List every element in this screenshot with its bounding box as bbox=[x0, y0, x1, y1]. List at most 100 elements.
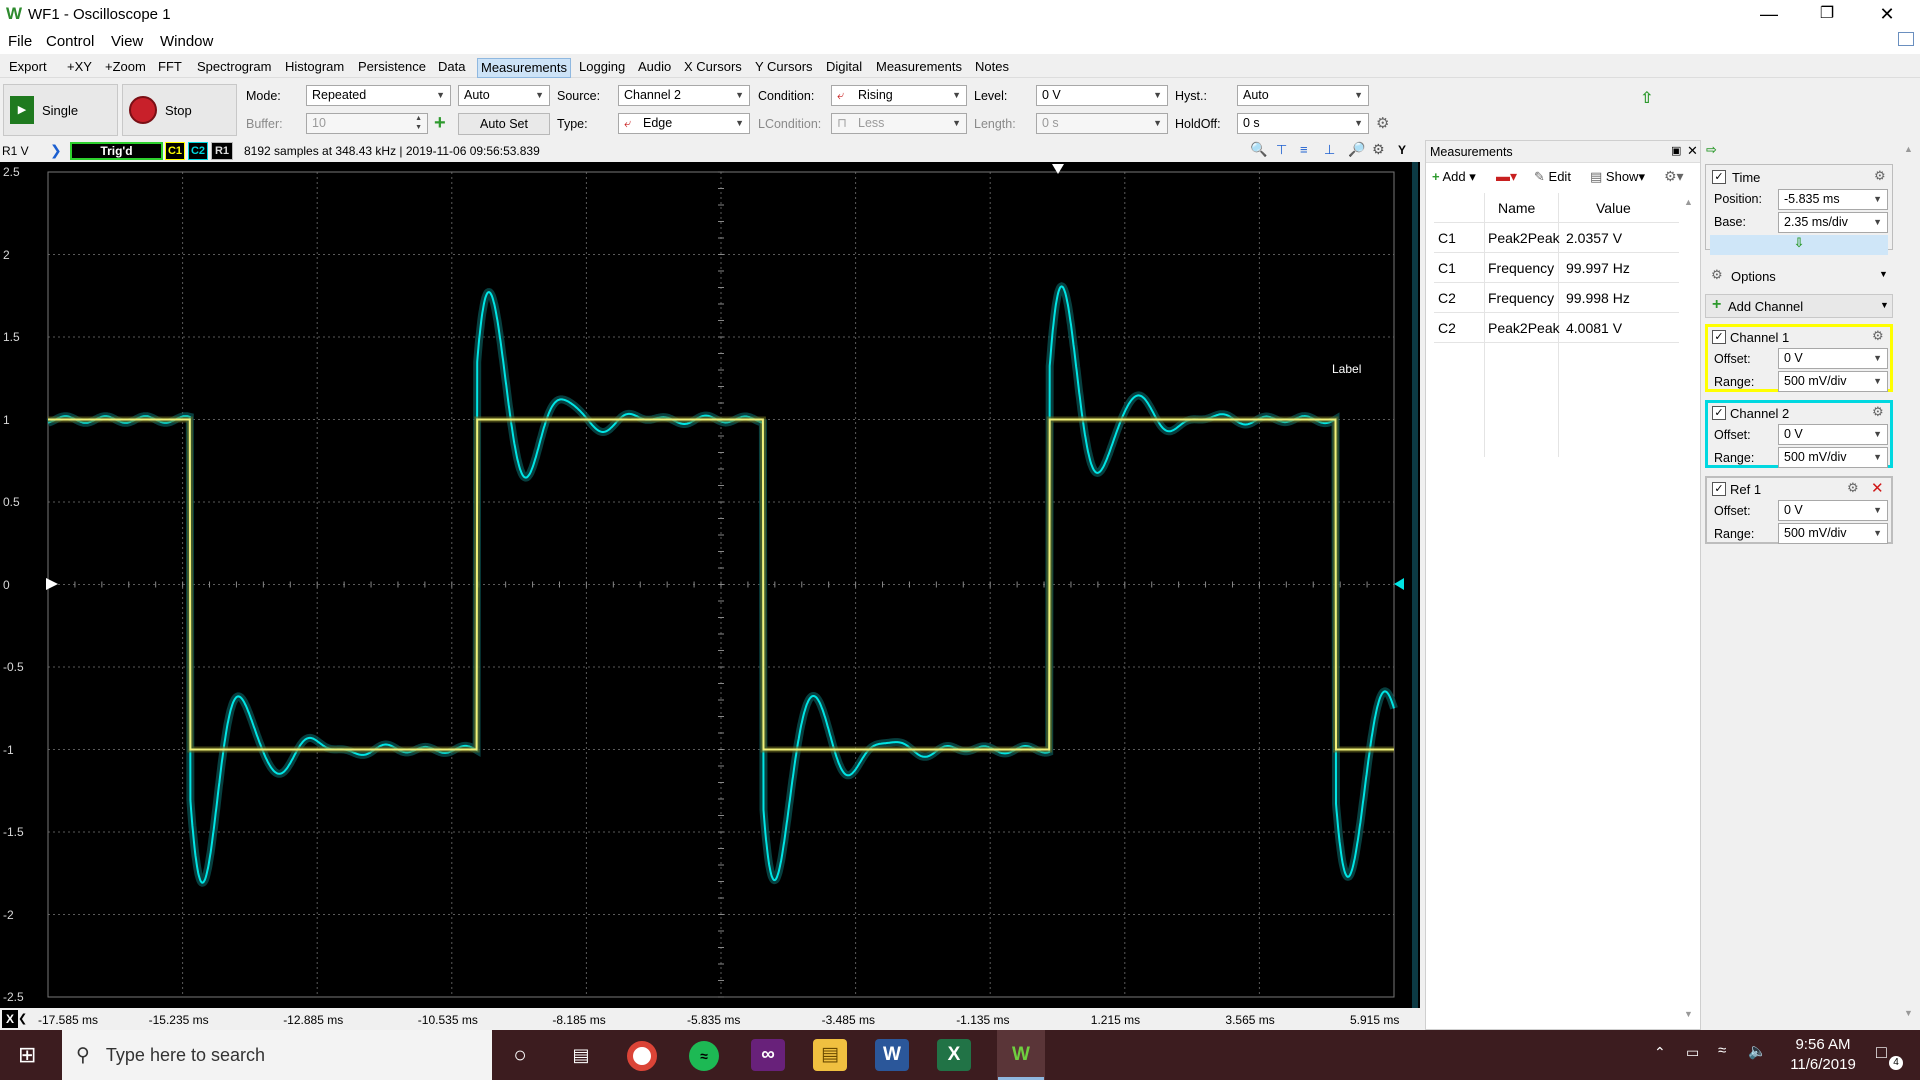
waveform-plot[interactable] bbox=[0, 162, 1420, 1030]
tab-histogram[interactable]: Histogram bbox=[285, 57, 344, 77]
taskbar-search-box[interactable]: ⚲ Type here to search bbox=[62, 1030, 492, 1080]
channel-1-range-select[interactable]: 500 mV/div ▼ bbox=[1778, 371, 1888, 392]
spotify-icon[interactable]: ≈ bbox=[689, 1041, 719, 1071]
float-icon[interactable]: ▣ bbox=[1671, 144, 1681, 157]
buffer-spinner[interactable]: 10 ▲ ▼ bbox=[306, 113, 428, 134]
tab-logging[interactable]: Logging bbox=[579, 57, 625, 77]
up-arrow-icon[interactable]: ⇧ bbox=[1640, 88, 1653, 108]
close-icon[interactable]: ✕ bbox=[1864, 0, 1910, 30]
condition-select[interactable]: ⤶ Rising ▼ bbox=[831, 85, 967, 106]
zoom-icon[interactable]: 🔍 bbox=[1250, 141, 1267, 158]
r1-offset-marker[interactable] bbox=[46, 578, 58, 590]
menu-view[interactable]: View bbox=[111, 33, 143, 50]
gear-icon[interactable]: ⚙ bbox=[1872, 328, 1884, 344]
tab-digital[interactable]: Digital bbox=[826, 57, 862, 77]
tab-zoom[interactable]: +Zoom bbox=[105, 57, 146, 77]
windows-start-icon[interactable]: ⊞ bbox=[18, 1042, 36, 1068]
close-panel-icon[interactable]: ✕ bbox=[1687, 143, 1698, 159]
add-measurement-button[interactable]: + Add ▾ bbox=[1432, 169, 1476, 185]
position-input[interactable]: -5.835 ms ▼ bbox=[1778, 189, 1888, 210]
stop-button[interactable]: Stop bbox=[122, 84, 237, 136]
channel-1-offset-input[interactable]: 0 V ▼ bbox=[1778, 348, 1888, 369]
source-select[interactable]: Channel 2 ▼ bbox=[618, 85, 750, 106]
clock-date[interactable]: 11/6/2019 bbox=[1784, 1056, 1862, 1073]
scroll-down-icon[interactable]: ▼ bbox=[1684, 1009, 1693, 1019]
tray-chevron-up-icon[interactable]: ⌃ bbox=[1654, 1044, 1666, 1061]
channel-2-offset-input[interactable]: 0 V ▼ bbox=[1778, 424, 1888, 445]
hyst-select[interactable]: Auto ▼ bbox=[1237, 85, 1369, 106]
zoom-fit-icon[interactable]: 🔎 bbox=[1348, 141, 1365, 158]
gear-icon[interactable]: ⚙▾ bbox=[1664, 168, 1684, 185]
tab-export[interactable]: Export bbox=[9, 57, 47, 77]
add-channel-button[interactable]: + Add Channel ▼ bbox=[1705, 294, 1893, 318]
trigger-level-marker[interactable] bbox=[1394, 578, 1404, 590]
gear-icon[interactable]: ⚙ bbox=[1847, 480, 1859, 496]
minimize-icon[interactable]: — bbox=[1746, 0, 1792, 30]
auto-set-button[interactable]: Auto Set bbox=[458, 113, 550, 135]
volume-muted-icon[interactable]: 🔈 bbox=[1748, 1042, 1767, 1060]
options-button[interactable]: ⚙ Options ▼ bbox=[1705, 264, 1893, 288]
menu-window[interactable]: Window bbox=[160, 33, 213, 50]
clock-time[interactable]: 9:56 AM bbox=[1784, 1036, 1862, 1053]
gear-icon[interactable]: ⚙ bbox=[1376, 114, 1389, 132]
battery-icon[interactable]: ▭ bbox=[1686, 1044, 1699, 1061]
tab-notes[interactable]: Notes bbox=[975, 57, 1009, 77]
edit-measurement-button[interactable]: ✎ Edit bbox=[1534, 169, 1571, 185]
chevron-right-icon[interactable]: ❯ bbox=[50, 142, 62, 159]
gear-icon[interactable]: ⚙ bbox=[1372, 141, 1385, 158]
ref-1-range-select[interactable]: 500 mV/div ▼ bbox=[1778, 523, 1888, 544]
show-menu-button[interactable]: ▤ Show▾ bbox=[1590, 169, 1645, 185]
channel-1-checkbox[interactable]: ✓ bbox=[1712, 330, 1726, 344]
holdoff-input[interactable]: 0 s ▼ bbox=[1237, 113, 1369, 134]
table-row[interactable]: C2 Peak2Peak 4.0081 V bbox=[1434, 313, 1679, 343]
single-button[interactable]: ▶ Single bbox=[3, 84, 118, 136]
remove-measurement-icon[interactable]: ▬▾ bbox=[1496, 168, 1517, 185]
tab-x-cursors[interactable]: X Cursors bbox=[684, 57, 742, 77]
level-input[interactable]: 0 V ▼ bbox=[1036, 85, 1168, 106]
right-arrow-icon[interactable]: ⇨ bbox=[1706, 142, 1717, 158]
tab-audio[interactable]: Audio bbox=[638, 57, 671, 77]
gear-icon[interactable]: ⚙ bbox=[1872, 404, 1884, 420]
scroll-down-icon[interactable]: ▼ bbox=[1904, 1008, 1913, 1018]
mode-select[interactable]: Repeated ▼ bbox=[306, 85, 451, 106]
base-input[interactable]: 2.35 ms/div ▼ bbox=[1778, 212, 1888, 233]
waveforms-taskbar-icon[interactable]: W bbox=[997, 1030, 1045, 1080]
visual-studio-icon[interactable]: ∞ bbox=[751, 1039, 785, 1071]
scroll-up-icon[interactable]: ▲ bbox=[1904, 144, 1913, 154]
tab-persistence[interactable]: Persistence bbox=[358, 57, 426, 77]
delete-icon[interactable]: ✕ bbox=[1871, 479, 1884, 497]
scroll-up-icon[interactable]: ▲ bbox=[1684, 197, 1693, 207]
chrome-icon[interactable] bbox=[627, 1041, 657, 1071]
tab-spectrogram[interactable]: Spectrogram bbox=[197, 57, 271, 77]
task-view-icon[interactable]: ▤ bbox=[564, 1039, 598, 1071]
cortana-icon[interactable]: ○ bbox=[503, 1039, 537, 1071]
maximize-icon[interactable]: ❐ bbox=[1804, 0, 1850, 30]
scope-plot-area[interactable]: 2.5 2 1.5 1 0.5 0 -0.5 -1 -1.5 -2 -2.5 Label bbox=[0, 162, 1420, 1030]
type-select[interactable]: ⤶ Edge ▼ bbox=[618, 113, 750, 134]
gear-icon[interactable]: ⚙ bbox=[1874, 168, 1886, 184]
tab-fft[interactable]: FFT bbox=[158, 57, 182, 77]
plus-icon[interactable]: + bbox=[434, 113, 446, 133]
c2-badge[interactable]: C2 bbox=[188, 142, 208, 160]
r1-badge[interactable]: R1 bbox=[211, 142, 233, 160]
notifications-icon[interactable]: □ bbox=[1876, 1042, 1887, 1063]
ref-1-checkbox[interactable]: ✓ bbox=[1712, 482, 1726, 496]
table-row[interactable]: C1 Peak2Peak 2.0357 V bbox=[1434, 223, 1679, 253]
dock-icon[interactable] bbox=[1898, 32, 1914, 46]
tab-measurements[interactable]: Measurements bbox=[477, 58, 571, 78]
lcondition-select[interactable]: ⊓ Less ▼ bbox=[831, 113, 967, 134]
tab-y-cursors[interactable]: Y Cursors bbox=[755, 57, 813, 77]
y-axis-toggle[interactable]: Y bbox=[1398, 143, 1406, 157]
menu-control[interactable]: Control bbox=[46, 33, 94, 50]
auto-select[interactable]: Auto ▼ bbox=[458, 85, 550, 106]
tab-xy[interactable]: +XY bbox=[67, 57, 92, 77]
table-row[interactable]: C2 Frequency 99.998 Hz bbox=[1434, 283, 1679, 313]
tab-measurements-2[interactable]: Measurements bbox=[876, 57, 962, 77]
menu-file[interactable]: File bbox=[8, 33, 32, 50]
x-axis-toggle[interactable]: X bbox=[2, 1010, 18, 1028]
file-explorer-icon[interactable]: ▤ bbox=[813, 1039, 847, 1071]
align-top-icon[interactable]: ⊤ bbox=[1276, 142, 1287, 158]
wifi-icon[interactable]: ≈ bbox=[1718, 1042, 1726, 1059]
table-row[interactable]: C1 Frequency 99.997 Hz bbox=[1434, 253, 1679, 283]
ref-1-offset-input[interactable]: 0 V ▼ bbox=[1778, 500, 1888, 521]
